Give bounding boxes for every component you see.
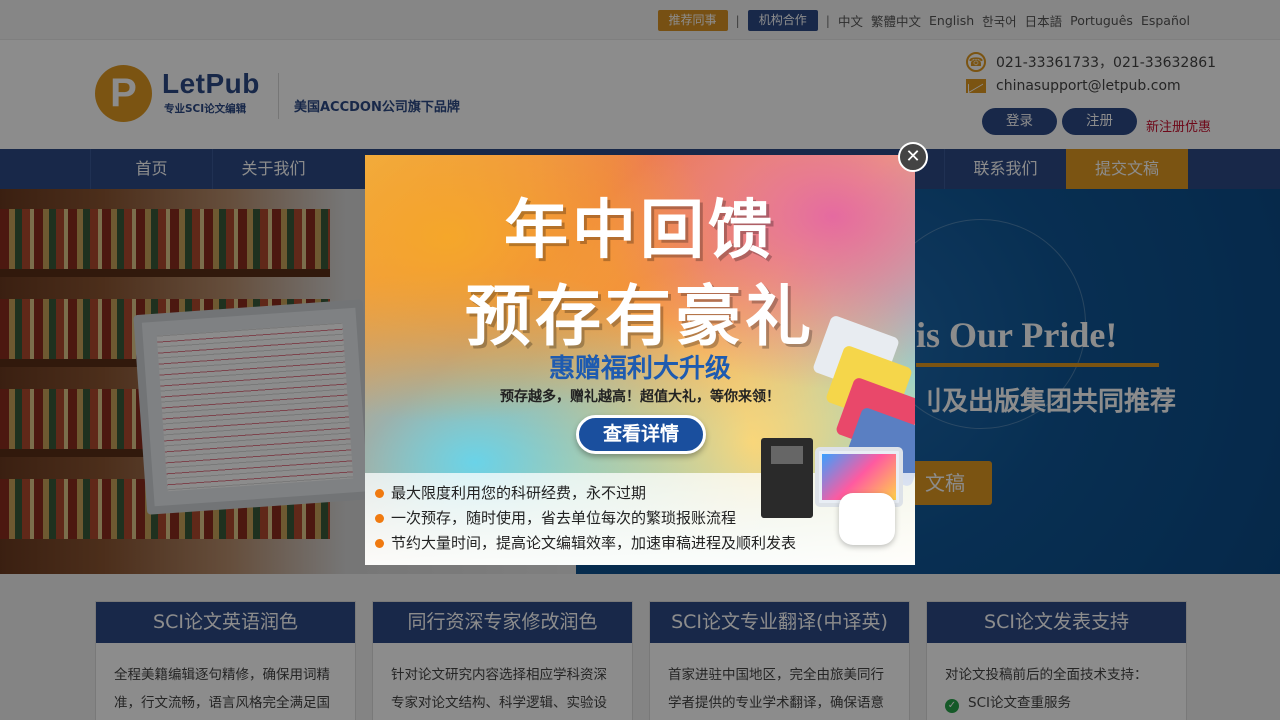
view-details-button[interactable]: 查看详情 bbox=[576, 415, 706, 454]
coffee-machine-image bbox=[761, 438, 813, 518]
close-icon[interactable]: ✕ bbox=[898, 142, 928, 172]
list-item: 最大限度利用您的科研经费，永不过期 bbox=[375, 481, 796, 506]
promo-modal[interactable]: 年中回馈 预存有豪礼 惠赠福利大升级 预存越多，赠礼越高！超值大礼，等你来领！ … bbox=[365, 155, 915, 565]
list-item: 一次预存，随时使用，省去单位每次的繁琐报账流程 bbox=[375, 506, 796, 531]
modal-benefit-list: 最大限度利用您的科研经费，永不过期 一次预存，随时使用，省去单位每次的繁琐报账流… bbox=[375, 481, 796, 556]
earbuds-image bbox=[839, 493, 895, 545]
modal-title-1: 年中回馈 bbox=[504, 194, 776, 268]
list-item: 节约大量时间，提高论文编辑效率，加速审稿进程及顺利发表 bbox=[375, 531, 796, 556]
